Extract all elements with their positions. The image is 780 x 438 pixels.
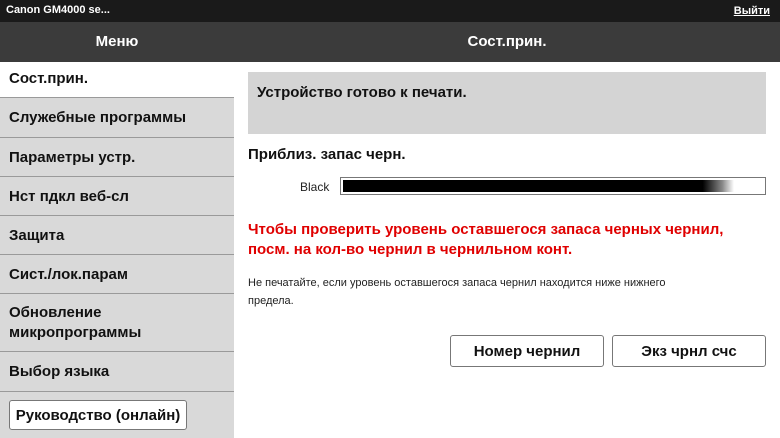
sidebar-item-utilities[interactable]: Служебные программы — [0, 98, 234, 138]
sidebar-item-printer-status[interactable]: Сост.прин. — [0, 62, 234, 98]
ink-color-label: Black — [300, 180, 330, 194]
menu-title: Меню — [95, 33, 139, 50]
page-title: Сост.прин. — [467, 33, 547, 50]
sidebar-item-device-settings[interactable]: Параметры устр. — [0, 138, 234, 177]
sidebar-item-web-service-setup[interactable]: Нст пдкл веб-сл — [0, 177, 234, 216]
sidebar-item-label-line1: Обновление — [9, 304, 102, 321]
ink-level-fill — [343, 180, 734, 192]
warning-line-2: посм. на кол-во чернил в чернильном конт… — [248, 241, 573, 258]
online-manual-button[interactable]: Руководство (онлайн) — [9, 400, 187, 430]
sidebar-item-system-settings[interactable]: Сист./лок.парам — [0, 255, 234, 294]
sidebar-item-label: Защита — [9, 227, 65, 244]
sidebar-item-label: Параметры устр. — [9, 149, 136, 166]
sidebar-item-label: Служебные программы — [9, 109, 187, 126]
sidebar-item-language[interactable]: Выбор языка — [0, 352, 234, 392]
ink-level-bar — [340, 177, 766, 195]
sidebar-item-firmware-update[interactable]: Обновление микропрограммы — [0, 294, 234, 352]
ink-model-number-button[interactable]: Номер чернил — [450, 335, 604, 367]
note-line-1: Не печатайте, если уровень оставшегося з… — [248, 277, 666, 289]
sidebar-menu: Сост.прин. Служебные программы Параметры… — [0, 62, 234, 438]
note-line-2: предела. — [248, 295, 294, 307]
sidebar-item-label-line2: микропрограммы — [9, 324, 142, 341]
sidebar-item-label: Сост.прин. — [9, 70, 89, 87]
status-message: Устройство готово к печати. — [257, 84, 467, 101]
main-panel: Устройство готово к печати. Приблиз. зап… — [234, 62, 780, 438]
ink-counter-button[interactable]: Экз чрнл счс — [612, 335, 766, 367]
sidebar-item-label: Выбор языка — [9, 363, 110, 380]
sidebar-item-security[interactable]: Защита — [0, 216, 234, 255]
top-bar: Canon GM4000 se... Выйти — [0, 0, 780, 22]
logout-link[interactable]: Выйти — [734, 5, 770, 17]
warning-line-1: Чтобы проверить уровень оставшегося запа… — [248, 221, 724, 238]
ink-level-heading: Приблиз. запас черн. — [248, 146, 406, 163]
status-box: Устройство готово к печати. — [248, 72, 766, 134]
header-bar: Меню Сост.прин. — [0, 22, 780, 62]
sidebar-item-label: Нст пдкл веб-сл — [9, 188, 129, 205]
device-title: Canon GM4000 se... — [6, 4, 110, 16]
sidebar-item-label: Сист./лок.парам — [9, 266, 128, 283]
ink-warning-message: Чтобы проверить уровень оставшегося запа… — [248, 220, 768, 260]
ink-note: Не печатайте, если уровень оставшегося з… — [248, 274, 748, 310]
